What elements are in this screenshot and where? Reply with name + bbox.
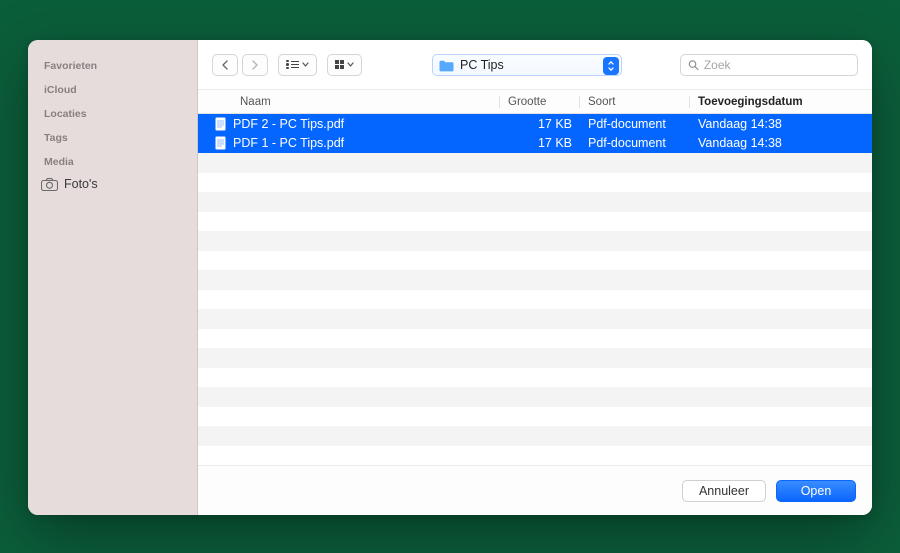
up-down-arrows-icon: [603, 57, 619, 75]
file-name: PDF 2 - PC Tips.pdf: [233, 117, 344, 131]
group-by-dropdown[interactable]: [327, 54, 362, 76]
view-mode-dropdown[interactable]: [278, 54, 317, 76]
file-size: 17 KB: [500, 117, 580, 131]
file-kind: Pdf-document: [580, 117, 690, 131]
folder-select[interactable]: PC Tips: [432, 54, 622, 76]
chevron-right-icon: [251, 60, 259, 70]
forward-button[interactable]: [242, 54, 268, 76]
sidebar-heading-tags[interactable]: Tags: [28, 126, 197, 150]
sidebar-item-photos[interactable]: Foto's: [28, 174, 197, 194]
file-list[interactable]: PDF 2 - PC Tips.pdf 17 KB Pdf-document V…: [198, 114, 872, 465]
dialog-footer: Annuleer Open: [198, 465, 872, 515]
document-icon: [214, 136, 227, 150]
list-icon: [286, 60, 299, 70]
camera-icon: [40, 177, 58, 191]
search-input[interactable]: [704, 58, 850, 72]
column-header-size[interactable]: Grootte: [500, 96, 580, 108]
chevron-left-icon: [221, 60, 229, 70]
column-headers: Naam Grootte Soort Toevoegingsdatum: [198, 90, 872, 114]
main-panel: PC Tips Naam Grootte: [198, 40, 872, 515]
chevron-down-icon: [302, 62, 309, 67]
sidebar-item-label: Foto's: [64, 177, 98, 191]
file-kind: Pdf-document: [580, 136, 690, 150]
open-button[interactable]: Open: [776, 480, 856, 502]
file-size: 17 KB: [500, 136, 580, 150]
column-header-kind[interactable]: Soort: [580, 96, 690, 108]
file-name: PDF 1 - PC Tips.pdf: [233, 136, 344, 150]
search-icon: [688, 59, 699, 71]
nav-group: [212, 54, 268, 76]
table-row[interactable]: PDF 2 - PC Tips.pdf 17 KB Pdf-document V…: [198, 114, 872, 134]
file-added: Vandaag 14:38: [690, 136, 872, 150]
sidebar: Favorieten iCloud Locaties Tags Media Fo…: [28, 40, 198, 515]
table-row[interactable]: PDF 1 - PC Tips.pdf 17 KB Pdf-document V…: [198, 134, 872, 154]
sidebar-heading-icloud[interactable]: iCloud: [28, 78, 197, 102]
open-file-dialog: Favorieten iCloud Locaties Tags Media Fo…: [28, 40, 872, 515]
search-field[interactable]: [680, 54, 858, 76]
back-button[interactable]: [212, 54, 238, 76]
file-added: Vandaag 14:38: [690, 117, 872, 131]
folder-icon: [439, 59, 454, 71]
grid-icon: [335, 60, 344, 69]
document-icon: [214, 117, 227, 131]
sidebar-heading-locations[interactable]: Locaties: [28, 102, 197, 126]
empty-area: [198, 153, 872, 446]
column-header-added[interactable]: Toevoegingsdatum: [690, 96, 872, 108]
sidebar-heading-media[interactable]: Media: [28, 150, 197, 174]
column-header-name[interactable]: Naam: [198, 96, 500, 108]
folder-label: PC Tips: [460, 58, 504, 72]
chevron-down-icon: [347, 62, 354, 67]
toolbar: PC Tips: [198, 40, 872, 90]
sidebar-heading-favorites[interactable]: Favorieten: [28, 54, 197, 78]
cancel-button[interactable]: Annuleer: [682, 480, 766, 502]
